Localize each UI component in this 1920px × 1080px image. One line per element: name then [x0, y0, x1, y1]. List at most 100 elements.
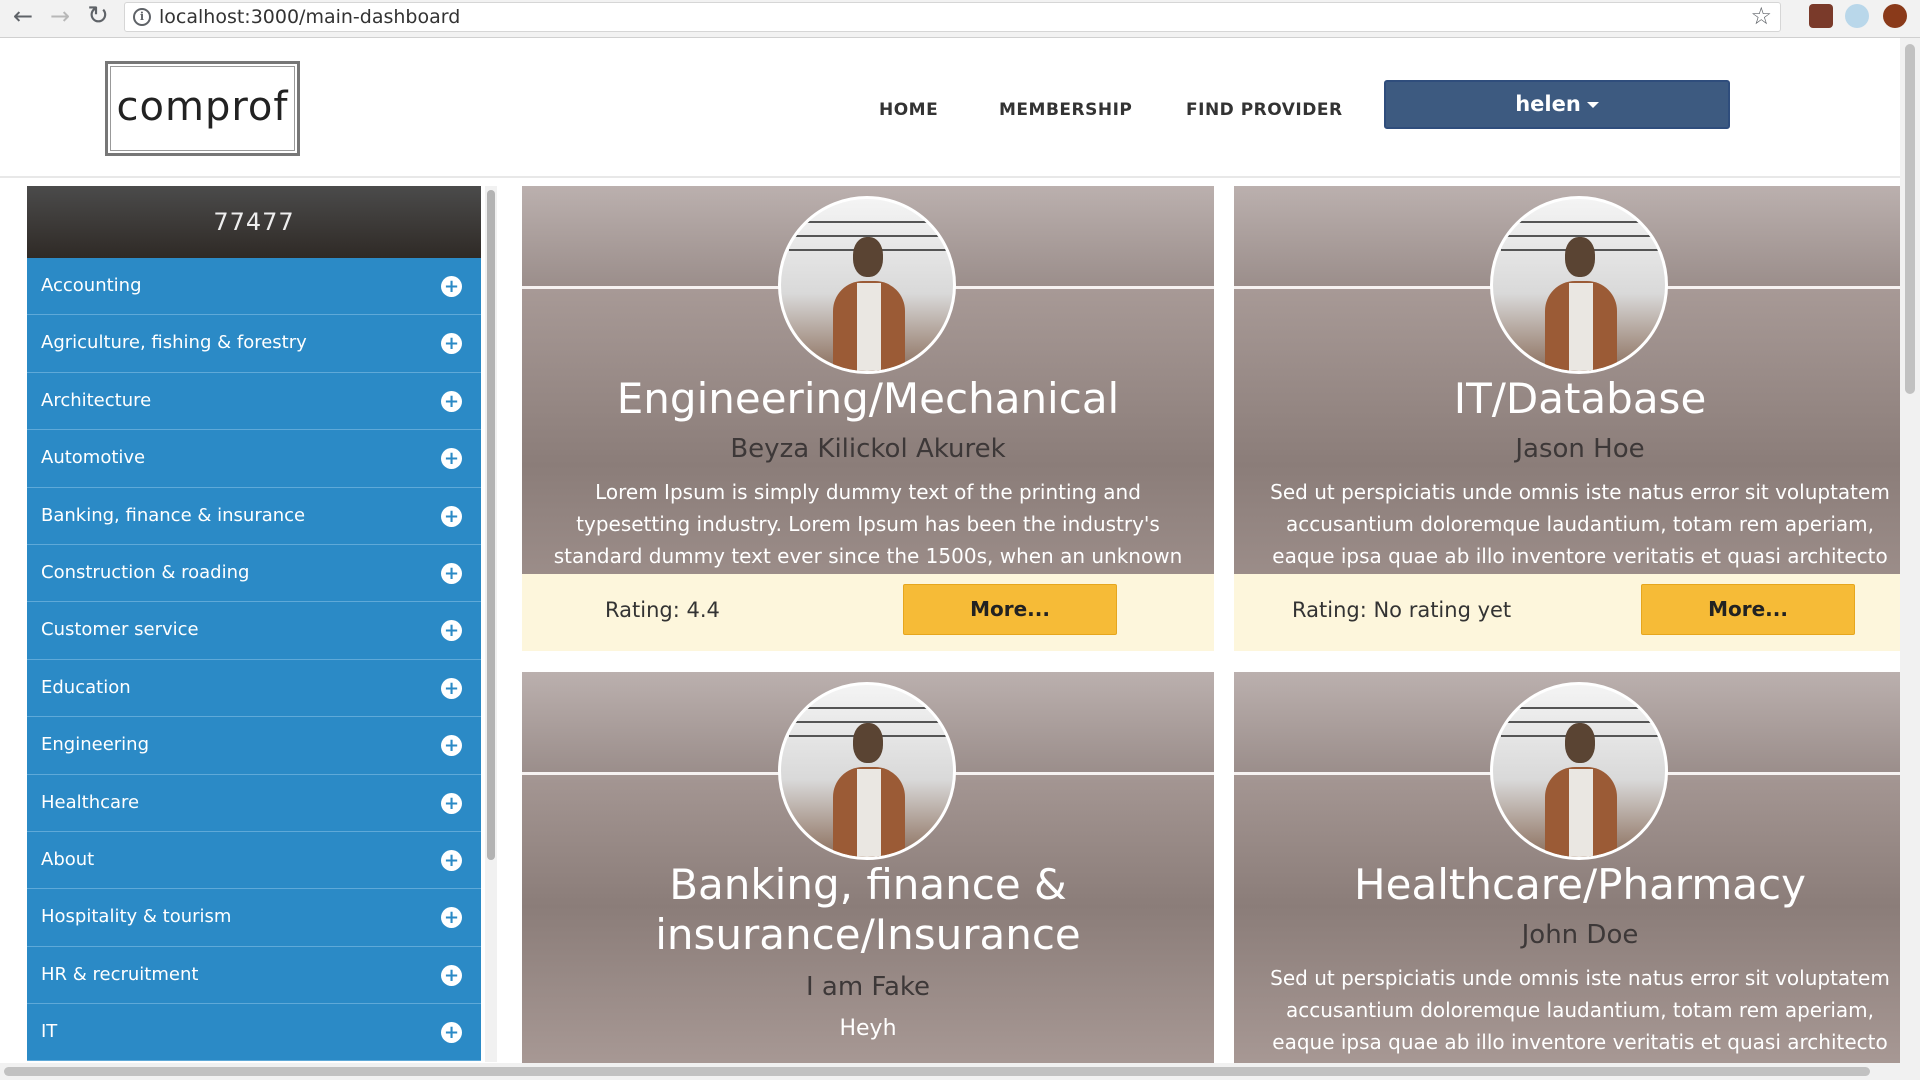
url-text[interactable]: localhost:3000/main-dashboard — [159, 6, 460, 28]
address-bar[interactable]: i localhost:3000/main-dashboard ☆ — [124, 2, 1781, 32]
more-button[interactable]: More... — [1641, 584, 1855, 635]
plus-circle-icon[interactable]: + — [441, 792, 462, 814]
provider-avatar[interactable] — [778, 682, 956, 860]
page-horizontal-scrollbar[interactable] — [0, 1063, 1920, 1080]
category-sidebar: 77477 Accounting + Agriculture, fishing &… — [27, 186, 481, 1062]
provider-name: John Doe — [1521, 920, 1639, 950]
sidebar-item-label: About — [41, 848, 95, 870]
card-description: Heyh — [839, 1016, 897, 1041]
card-description-line: eaque ipsa quae ab illo inventore verita… — [1272, 1030, 1888, 1054]
sidebar-item-hospitality[interactable]: Hospitality & tourism + — [27, 889, 481, 947]
plus-circle-icon[interactable]: + — [441, 677, 462, 699]
page-vertical-scrollbar[interactable] — [1900, 38, 1920, 1063]
plus-circle-icon[interactable]: + — [441, 1022, 462, 1044]
sidebar-item-construction[interactable]: Construction & roading + — [27, 544, 481, 603]
card-title: insurance/Insurance — [655, 910, 1081, 959]
provider-name: Jason Hoe — [1515, 434, 1645, 464]
extension-icon[interactable] — [1883, 4, 1907, 28]
nav-find-provider-link[interactable]: FIND PROVIDER — [1186, 100, 1343, 120]
sidebar-item-label: HR & recruitment — [41, 963, 199, 985]
provider-card: Banking, finance & insurance/Insurance I… — [522, 672, 1214, 1063]
provider-avatar[interactable] — [778, 196, 956, 374]
plus-circle-icon[interactable]: + — [441, 505, 462, 527]
rating-text: Rating: No rating yet — [1292, 598, 1512, 622]
card-description-line: Sed ut perspiciatis unde omnis iste natu… — [1270, 966, 1890, 990]
horizontal-scrollbar-thumb[interactable] — [4, 1067, 1870, 1076]
provider-avatar[interactable] — [1490, 682, 1668, 860]
sidebar-item-label: Architecture — [41, 389, 152, 411]
card-description-line: typesetting industry. Lorem Ipsum has be… — [576, 512, 1160, 536]
plus-circle-icon[interactable]: + — [441, 562, 462, 584]
plus-circle-icon[interactable]: + — [441, 448, 462, 470]
more-button[interactable]: More... — [903, 584, 1117, 635]
sidebar-item-banking[interactable]: Banking, finance & insurance + — [27, 487, 481, 545]
card-footer: Rating: 4.4 More... — [522, 574, 1214, 651]
card-title: Engineering/Mechanical — [616, 374, 1120, 423]
sidebar-item-education[interactable]: Education + — [27, 659, 481, 718]
sidebar-scrollbar-thumb[interactable] — [487, 190, 495, 860]
site-header: comprof HOME MEMBERSHIP FIND PROVIDER he… — [0, 38, 1900, 178]
sidebar-item-hr[interactable]: HR & recruitment + — [27, 946, 481, 1005]
plus-circle-icon[interactable]: + — [441, 333, 462, 355]
sidebar-item-label: Construction & roading — [41, 561, 250, 583]
extension-icon[interactable] — [1809, 4, 1833, 28]
provider-card: Healthcare/Pharmacy John Doe Sed ut pers… — [1234, 672, 1920, 1063]
plus-circle-icon[interactable]: + — [441, 620, 462, 642]
info-icon[interactable]: i — [133, 8, 151, 26]
nav-home-link[interactable]: HOME — [879, 100, 938, 120]
provider-card: IT/Database Jason Hoe Sed ut perspiciati… — [1234, 186, 1920, 651]
sidebar-item-about[interactable]: About + — [27, 831, 481, 890]
sidebar-item-label: Hospitality & tourism — [41, 906, 232, 928]
forward-icon[interactable]: → — [45, 2, 75, 32]
sidebar-item-accounting[interactable]: Accounting + — [27, 258, 481, 316]
card-title: Banking, finance & — [669, 860, 1067, 909]
extension-icon[interactable] — [1845, 4, 1869, 28]
user-name: helen — [1515, 92, 1581, 116]
sidebar-item-customer-service[interactable]: Customer service + — [27, 602, 481, 660]
sidebar-item-label: Automotive — [41, 447, 146, 469]
card-description-line: accusantium doloremque laudantium, totam… — [1286, 512, 1874, 536]
card-description-line: accusantium doloremque laudantium, totam… — [1286, 998, 1874, 1022]
sidebar-item-agriculture[interactable]: Agriculture, fishing & forestry + — [27, 315, 481, 373]
site-logo[interactable]: comprof — [105, 61, 300, 156]
card-title: IT/Database — [1453, 374, 1707, 423]
back-icon[interactable]: ← — [8, 2, 38, 32]
card-description-line: standard dummy text ever since the 1500s… — [553, 544, 1183, 568]
sidebar-item-engineering[interactable]: Engineering + — [27, 717, 481, 775]
bookmark-star-icon[interactable]: ☆ — [1750, 2, 1772, 30]
browser-toolbar: ← → ↻ i localhost:3000/main-dashboard ☆ — [0, 0, 1920, 38]
sidebar-item-label: Accounting — [41, 275, 142, 296]
card-description-line: eaque ipsa quae ab illo inventore verita… — [1272, 544, 1888, 568]
vertical-scrollbar-thumb[interactable] — [1905, 44, 1915, 394]
provider-name: Beyza Kilickol Akurek — [730, 434, 1006, 464]
plus-circle-icon[interactable]: + — [441, 849, 462, 871]
plus-circle-icon[interactable]: + — [441, 390, 462, 412]
sidebar-item-label: Customer service — [41, 619, 199, 641]
sidebar-item-automotive[interactable]: Automotive + — [27, 430, 481, 488]
sidebar-item-architecture[interactable]: Architecture + — [27, 372, 481, 431]
user-menu-button[interactable]: helen — [1384, 80, 1730, 129]
sidebar-item-healthcare[interactable]: Healthcare + — [27, 774, 481, 832]
card-footer: Rating: No rating yet More... — [1234, 574, 1920, 651]
plus-circle-icon[interactable]: + — [441, 907, 462, 929]
sidebar-item-label: Engineering — [41, 734, 149, 756]
sidebar-item-it[interactable]: IT + — [27, 1004, 481, 1062]
caret-down-icon — [1586, 102, 1599, 108]
nav-membership-link[interactable]: MEMBERSHIP — [999, 100, 1132, 120]
sidebar-item-label: Agriculture, fishing & forestry — [41, 332, 307, 354]
sidebar-item-label: Healthcare — [41, 791, 140, 813]
sidebar-heading: 77477 — [27, 186, 481, 258]
sidebar-scrollbar[interactable] — [485, 186, 497, 1062]
plus-circle-icon[interactable]: + — [441, 964, 462, 986]
provider-name: I am Fake — [805, 972, 931, 1002]
provider-avatar[interactable] — [1490, 196, 1668, 374]
sidebar-item-label: Banking, finance & insurance — [41, 504, 306, 526]
card-description-line: Lorem Ipsum is simply dummy text of the … — [595, 480, 1141, 504]
sidebar-item-label: IT — [41, 1021, 58, 1043]
plus-circle-icon[interactable]: + — [441, 276, 462, 297]
reload-icon[interactable]: ↻ — [83, 2, 113, 32]
rating-text: Rating: 4.4 — [605, 598, 720, 622]
plus-circle-icon[interactable]: + — [441, 735, 462, 757]
sidebar-item-label: Education — [41, 676, 131, 698]
card-description-line: Sed ut perspiciatis unde omnis iste natu… — [1270, 480, 1890, 504]
